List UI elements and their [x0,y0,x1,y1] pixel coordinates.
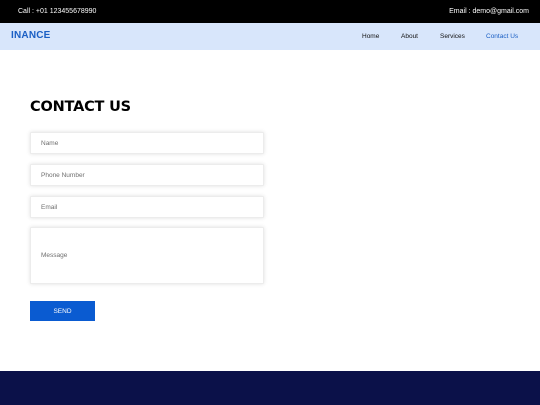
nav-about[interactable]: About [401,33,418,40]
nav-services[interactable]: Services [440,33,465,40]
navbar: INANCE Home About Services Contact Us [0,23,540,50]
call-info: Call : +01 123455678990 [18,8,97,15]
nav-home[interactable]: Home [362,33,379,40]
phone-field[interactable] [30,164,264,186]
page-title: CONTACT US [30,99,131,115]
nav-contact-us[interactable]: Contact Us [486,33,518,40]
brand-logo[interactable]: INANCE [11,30,51,41]
message-field[interactable] [30,227,264,284]
top-info-bar: Call : +01 123455678990 Email : demo@gma… [0,0,540,23]
name-field[interactable] [30,132,264,154]
email-field[interactable] [30,196,264,218]
footer [0,371,540,405]
email-info: Email : demo@gmail.com [449,8,529,15]
send-button[interactable]: SEND [30,301,95,321]
